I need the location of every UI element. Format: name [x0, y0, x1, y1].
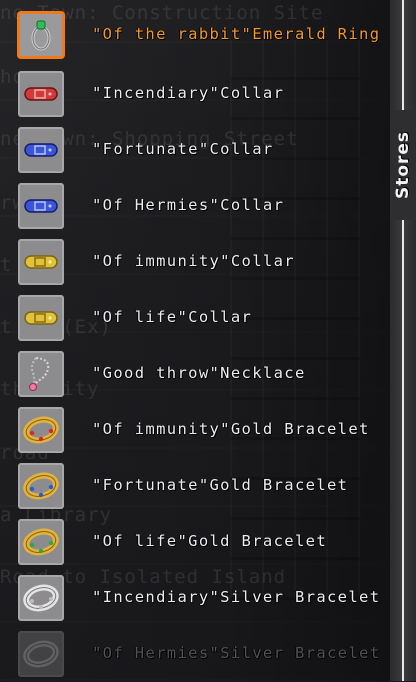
item-name: "Of life"Gold Bracelet: [92, 532, 327, 550]
list-item[interactable]: "Of life"Gold Bracelet: [0, 514, 390, 570]
gold-collar-icon: [23, 308, 59, 328]
tab-stores[interactable]: Stores: [390, 110, 416, 220]
item-name: "Of Hermies"Collar: [92, 196, 285, 214]
item-name: "Of immunity"Collar: [92, 252, 295, 270]
item-slot[interactable]: [18, 183, 64, 229]
side-panel: Stores: [390, 0, 416, 681]
gold-bracelet-red-gems-icon: [23, 415, 59, 445]
item-slot[interactable]: [18, 295, 64, 341]
item-slot[interactable]: [18, 519, 64, 565]
gold-bracelet-blue-gems-icon: [23, 471, 59, 501]
list-item[interactable]: "Incendiary"Silver Bracelet: [0, 570, 390, 626]
list-item[interactable]: "Fortunate"Gold Bracelet: [0, 458, 390, 514]
list-item[interactable]: "Of Hermies"Silver Bracelet: [0, 626, 390, 682]
list-item[interactable]: "Of immunity"Collar: [0, 234, 390, 290]
gold-collar-icon: [23, 252, 59, 272]
item-name: "Good throw"Necklace: [92, 364, 306, 382]
item-slot[interactable]: [18, 12, 64, 58]
list-item[interactable]: "Incendiary"Collar: [0, 66, 390, 122]
list-item[interactable]: "Of immunity"Gold Bracelet: [0, 402, 390, 458]
item-name: "Fortunate"Collar: [92, 140, 274, 158]
blue-collar-icon: [23, 140, 59, 160]
item-name: "Incendiary"Collar: [92, 84, 285, 102]
chain-necklace-icon: [24, 355, 58, 393]
item-slot[interactable]: [18, 239, 64, 285]
red-collar-icon: [23, 84, 59, 104]
item-slot[interactable]: [18, 71, 64, 117]
item-slot[interactable]: [18, 407, 64, 453]
item-slot[interactable]: [18, 463, 64, 509]
gold-bracelet-green-gems-icon: [23, 527, 59, 557]
item-slot[interactable]: [18, 575, 64, 621]
tab-stores-label: Stores: [393, 130, 413, 200]
silver-bracelet-icon: [23, 583, 59, 613]
list-item[interactable]: "Fortunate"Collar: [0, 122, 390, 178]
item-name: "Of immunity"Gold Bracelet: [92, 420, 370, 438]
silver-bracelet-icon: [23, 639, 59, 669]
item-slot[interactable]: [18, 127, 64, 173]
item-name: "Fortunate"Gold Bracelet: [92, 476, 349, 494]
blue-collar-icon: [23, 196, 59, 216]
list-item[interactable]: "Good throw"Necklace: [0, 346, 390, 402]
list-item[interactable]: "Of the rabbit"Emerald Ring: [0, 7, 390, 63]
item-slot[interactable]: [18, 351, 64, 397]
list-item[interactable]: "Of Hermies"Collar: [0, 178, 390, 234]
item-name: "Of life"Collar: [92, 308, 253, 326]
divider: [402, 0, 404, 681]
item-name: "Incendiary"Silver Bracelet: [92, 588, 381, 606]
item-name: "Of the rabbit"Emerald Ring: [92, 25, 381, 43]
equipment-list: "Of the rabbit"Emerald Ring "Incendiary"…: [0, 0, 390, 681]
emerald-ring-icon: [26, 17, 56, 53]
list-item[interactable]: "Of life"Collar: [0, 290, 390, 346]
item-name: "Of Hermies"Silver Bracelet: [92, 644, 381, 662]
item-slot[interactable]: [18, 631, 64, 677]
